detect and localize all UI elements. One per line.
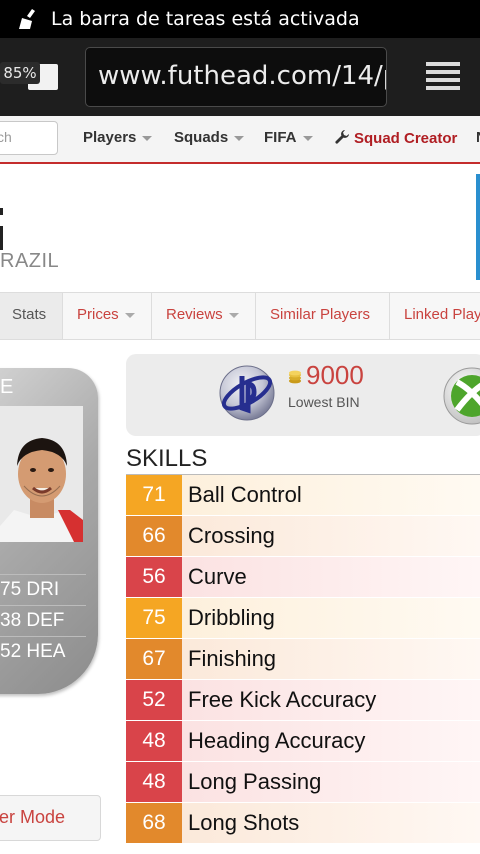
skill-label: Curve <box>182 557 480 597</box>
skills-heading: SKILLS <box>126 445 208 472</box>
coins-icon <box>289 370 301 384</box>
chevron-down-icon <box>228 312 239 318</box>
chevron-down-icon <box>124 312 135 318</box>
nav-squad-creator[interactable]: Squad Creator <box>334 129 457 147</box>
skill-label: Dribbling <box>182 598 480 638</box>
nav-squad-creator-label: Squad Creator <box>354 130 458 147</box>
search-placeholder: ch <box>0 129 12 145</box>
tab-switcher-button[interactable]: 85% <box>0 58 60 90</box>
tab-linked-label: Linked Play <box>404 306 480 323</box>
skill-label: Long Shots <box>182 803 480 843</box>
tab-prices[interactable]: Prices <box>63 293 152 339</box>
skill-row: 75 Dribbling <box>126 598 480 639</box>
skill-value: 52 <box>126 680 182 720</box>
skill-value: 71 <box>126 475 182 515</box>
skill-label: Long Passing <box>182 762 480 802</box>
skill-value: 66 <box>126 516 182 556</box>
skill-value: 48 <box>126 721 182 761</box>
price-box: 9000 Lowest BIN <box>126 354 480 436</box>
player-photo <box>0 406 83 542</box>
chevron-down-icon <box>234 135 245 141</box>
skill-value: 67 <box>126 639 182 679</box>
nav-more[interactable]: N <box>476 129 480 146</box>
card-stat-row: 75 DRI <box>0 574 86 605</box>
playstation-icon[interactable] <box>218 364 276 422</box>
skill-row: 56 Curve <box>126 557 480 598</box>
skill-value: 48 <box>126 762 182 802</box>
nav-fifa-label: FIFA <box>264 129 297 146</box>
chevron-down-icon <box>302 135 313 141</box>
skill-label: Free Kick Accuracy <box>182 680 480 720</box>
url-text: www.futhead.com/14/p <box>98 61 387 91</box>
player-tabs: Stats Prices Reviews Similar Players Lin… <box>0 292 480 340</box>
status-bar: La barra de tareas está activada <box>0 0 480 38</box>
xbox-icon[interactable] <box>442 366 480 426</box>
player-name-fragment <box>0 208 3 215</box>
nav-squads-label: Squads <box>174 129 229 146</box>
skill-label: Heading Accuracy <box>182 721 480 761</box>
skill-label: Ball Control <box>182 475 480 515</box>
nav-players-label: Players <box>83 129 137 146</box>
skill-value: 75 <box>126 598 182 638</box>
player-header: RAZIL <box>0 164 480 292</box>
site-nav: ch Players Squads FIFA Squad Creator N <box>0 116 480 163</box>
player-country: RAZIL <box>0 250 60 272</box>
nav-players[interactable]: Players <box>83 129 153 146</box>
tab-similar-players[interactable]: Similar Players <box>256 293 390 339</box>
card-stat-row: 38 DEF <box>0 605 86 636</box>
nav-fifa[interactable]: FIFA <box>264 129 313 146</box>
tab-prices-label: Prices <box>77 306 119 323</box>
tab-reviews-label: Reviews <box>166 306 223 323</box>
skill-row: 48 Long Passing <box>126 762 480 803</box>
builder-mode-button[interactable]: er Mode <box>0 795 101 841</box>
player-name-fragment <box>0 226 3 250</box>
card-name: E <box>0 376 14 398</box>
menu-icon[interactable] <box>426 62 462 92</box>
tab-reviews[interactable]: Reviews <box>152 293 256 339</box>
skill-row: 48 Heading Accuracy <box>126 721 480 762</box>
skill-row: 68 Long Shots <box>126 803 480 844</box>
search-input[interactable]: ch <box>0 121 58 155</box>
skill-value: 56 <box>126 557 182 597</box>
price-label: Lowest BIN <box>288 394 360 410</box>
card-stats: 75 DRI 38 DEF 52 HEA <box>0 574 86 667</box>
header-accent <box>476 174 480 280</box>
skill-row: 71 Ball Control <box>126 475 480 516</box>
price-amount: 9000 <box>306 360 364 390</box>
tab-linked-players[interactable]: Linked Play <box>390 293 480 339</box>
chevron-down-icon <box>142 135 153 141</box>
skills-list: 71 Ball Control 66 Crossing 56 Curve 75 Dribbli… <box>126 475 480 844</box>
broom-icon <box>19 9 35 29</box>
nav-more-label: N <box>476 129 480 146</box>
skill-row: 67 Finishing <box>126 639 480 680</box>
tab-percent: 85% <box>0 62 40 84</box>
tab-stats-label: Stats <box>12 306 47 323</box>
skill-label: Finishing <box>182 639 480 679</box>
skill-value: 68 <box>126 803 182 843</box>
status-notification: La barra de tareas está activada <box>51 8 360 30</box>
skill-row: 66 Crossing <box>126 516 480 557</box>
player-card: E 75 DRI 38 DEF 52 HEA <box>0 368 98 694</box>
skill-label: Crossing <box>182 516 480 556</box>
skill-row: 52 Free Kick Accuracy <box>126 680 480 721</box>
browser-toolbar: 85% www.futhead.com/14/p <box>0 38 480 116</box>
wrench-icon <box>335 130 349 144</box>
tab-stats[interactable]: Stats <box>0 293 63 339</box>
nav-squads[interactable]: Squads <box>174 129 245 146</box>
card-stat-row: 52 HEA <box>0 636 86 667</box>
builder-mode-label: er Mode <box>0 807 66 827</box>
url-bar[interactable]: www.futhead.com/14/p <box>85 47 387 107</box>
tab-similar-label: Similar Players <box>270 306 371 323</box>
